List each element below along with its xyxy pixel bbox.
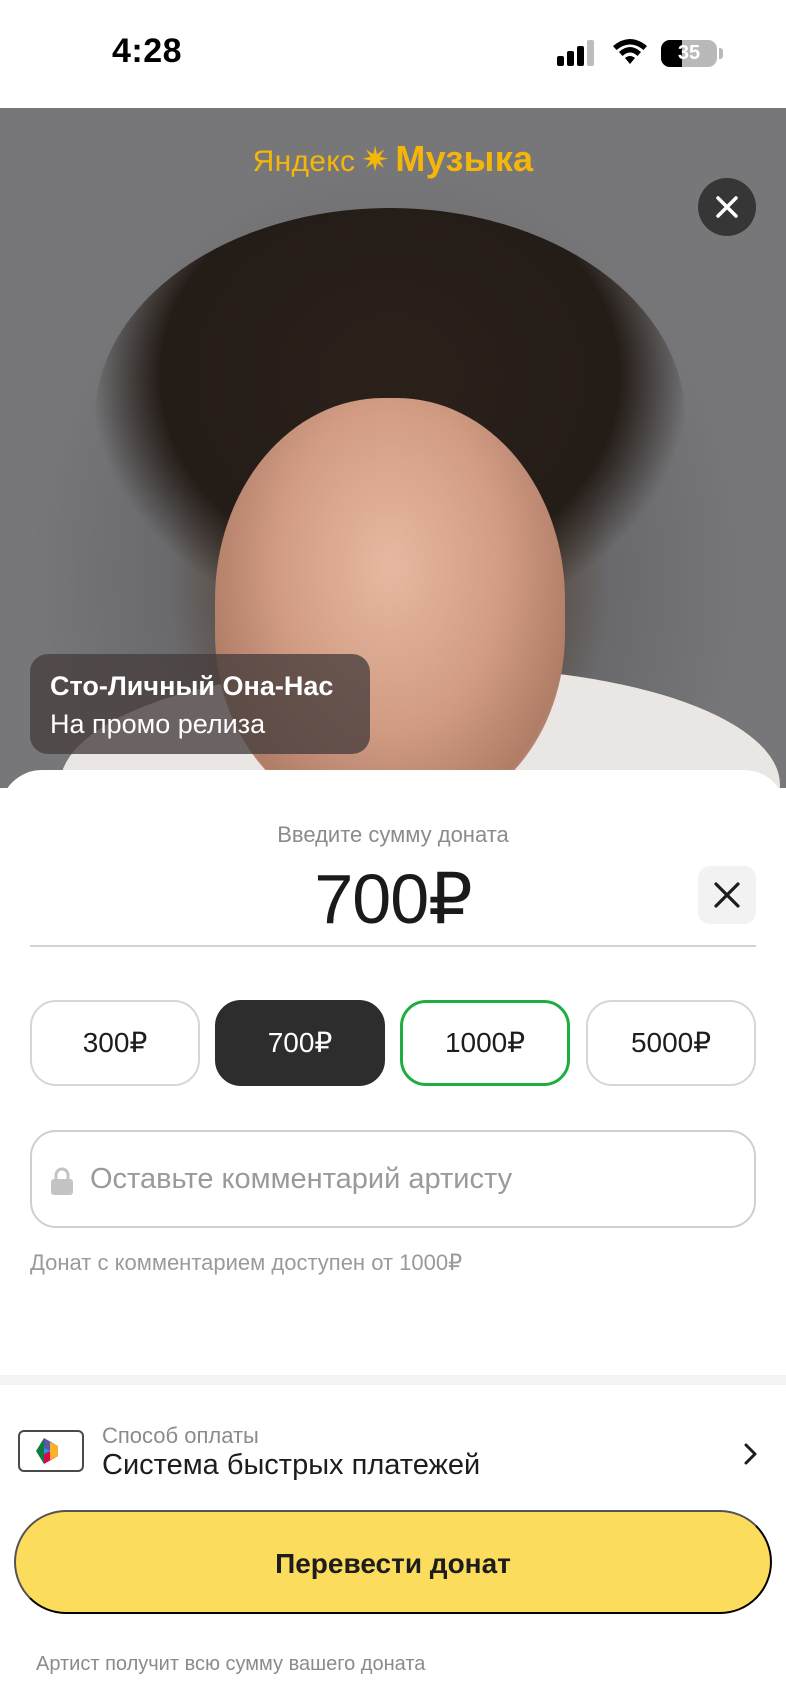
comment-placeholder: Оставьте комментарий артисту: [90, 1163, 513, 1195]
send-donation-button[interactable]: Перевести донат: [14, 1510, 772, 1614]
sun-icon: ✷: [360, 141, 390, 179]
artist-hero-image: Яндекс ✷ Музыка Сто-Личный Она-Нас На пром…: [0, 108, 786, 788]
donation-sheet: Введите сумму доната 700₽ 300₽ 700₽ 1000…: [0, 770, 786, 1375]
preset-chip-700[interactable]: 700₽: [215, 1000, 385, 1086]
brand-word-yandex: Яндекс: [252, 145, 356, 178]
sbp-icon: [18, 1430, 84, 1472]
status-time: 4:28: [112, 32, 183, 70]
battery-tip: [719, 48, 723, 59]
cellular-signal-icon: [557, 40, 597, 66]
payment-method-label: Способ оплаты: [102, 1423, 259, 1448]
amount-input[interactable]: 700₽: [0, 858, 786, 940]
close-icon: [716, 196, 738, 218]
close-icon: [714, 882, 740, 908]
footer-note: Артист получит всю сумму вашего доната: [36, 1653, 426, 1675]
chevron-right-icon: [744, 1443, 757, 1465]
amount-divider: [30, 945, 756, 947]
wifi-icon: [613, 39, 647, 64]
status-bar: 4:28 35: [0, 0, 786, 108]
preset-chip-300[interactable]: 300₽: [30, 1000, 200, 1086]
artist-name: Сто-Личный Она-Нас: [50, 671, 334, 701]
brand-word-music: Музыка: [395, 138, 534, 179]
preset-amounts: 300₽ 700₽ 1000₽ 5000₽: [30, 1000, 756, 1086]
clear-amount-button[interactable]: [698, 866, 756, 924]
section-gap: [0, 1375, 786, 1385]
comment-field[interactable]: Оставьте комментарий артисту: [30, 1130, 756, 1228]
battery-level: 35: [677, 42, 701, 64]
preset-chip-5000[interactable]: 5000₽: [586, 1000, 756, 1086]
artist-subtitle: На промо релиза: [50, 709, 266, 739]
lock-icon: [51, 1167, 73, 1195]
payment-method-value: Система быстрых платежей: [102, 1449, 481, 1481]
payment-sheet: Способ оплаты Система быстрых платежей П…: [0, 1385, 786, 1704]
yandex-music-logo: Яндекс ✷ Музыка: [0, 138, 786, 180]
preset-chip-1000[interactable]: 1000₽: [400, 1000, 570, 1086]
artist-card: Сто-Личный Она-Нас На промо релиза: [30, 654, 370, 754]
battery-icon: 35: [661, 40, 717, 67]
close-button[interactable]: [698, 178, 756, 236]
comment-hint: Донат с комментарием доступен от 1000₽: [30, 1250, 463, 1275]
amount-label: Введите сумму доната: [277, 822, 509, 847]
